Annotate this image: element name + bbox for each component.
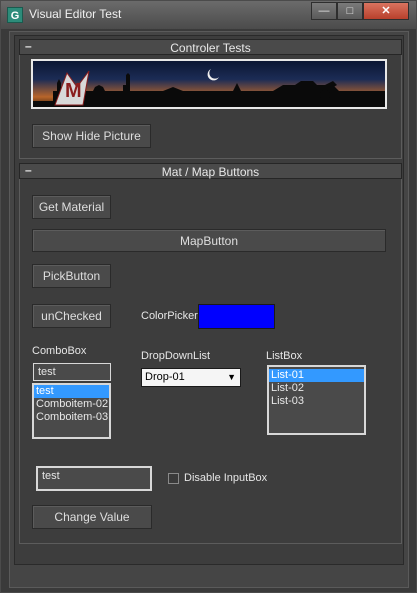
listbox[interactable]: List-01 List-02 List-03 (267, 365, 366, 435)
rollout-title: Controler Tests (170, 41, 251, 55)
app-icon: G (7, 7, 23, 23)
combobox-list[interactable]: test Comboitem-02 Comboitem-03 (32, 383, 111, 439)
disable-inputbox-label: Disable InputBox (184, 472, 268, 484)
combobox-label: ComboBox (32, 345, 87, 357)
rollout-header-mat-map-buttons[interactable]: – Mat / Map Buttons (19, 163, 402, 179)
listbox-item[interactable]: List-02 (269, 382, 364, 395)
listbox-label: ListBox (266, 350, 303, 362)
unchecked-button[interactable]: unChecked (32, 304, 111, 328)
listbox-item[interactable]: List-01 (269, 369, 364, 382)
combobox-item[interactable]: Comboitem-02 (34, 398, 109, 411)
disable-inputbox-checkbox[interactable] (168, 473, 179, 484)
combobox-item[interactable]: Comboitem-03 (34, 411, 109, 424)
combobox-item[interactable]: test (34, 385, 109, 398)
moon-icon (207, 69, 219, 81)
minimize-button[interactable]: — (311, 2, 337, 20)
rollout-title: Mat / Map Buttons (161, 165, 260, 179)
dropdownlist-value: Drop-01 (145, 371, 185, 383)
change-value-button[interactable]: Change Value (32, 505, 152, 529)
window-title: Visual Editor Test (29, 7, 122, 21)
pick-button[interactable]: PickButton (32, 264, 111, 288)
rollout-header-controler-tests[interactable]: – Controler Tests (19, 39, 402, 55)
map-button[interactable]: MapButton (32, 229, 386, 252)
get-material-button[interactable]: Get Material (32, 195, 111, 219)
city-skyline-image: M (33, 69, 385, 107)
title-bar[interactable]: G Visual Editor Test — □ ✕ (1, 1, 416, 29)
input-box[interactable]: test (36, 466, 152, 491)
logo-letter: M (65, 80, 82, 102)
close-button[interactable]: ✕ (363, 2, 409, 20)
listbox-item[interactable]: List-03 (269, 395, 364, 408)
dropdown-arrow-icon[interactable]: ▼ (227, 369, 236, 386)
colorpicker-label: ColorPicker (141, 310, 198, 322)
maximize-button[interactable]: □ (337, 2, 363, 20)
combobox-input[interactable]: test (33, 363, 111, 381)
colorpicker-swatch[interactable] (198, 304, 275, 329)
visual-editor-window: G Visual Editor Test — □ ✕ – Controler T… (0, 0, 417, 593)
show-hide-picture-button[interactable]: Show Hide Picture (32, 124, 151, 148)
dropdownlist[interactable]: Drop-01 ▼ (141, 368, 241, 387)
dropdownlist-label: DropDownList (141, 350, 211, 362)
banner-picture: M (31, 59, 387, 109)
